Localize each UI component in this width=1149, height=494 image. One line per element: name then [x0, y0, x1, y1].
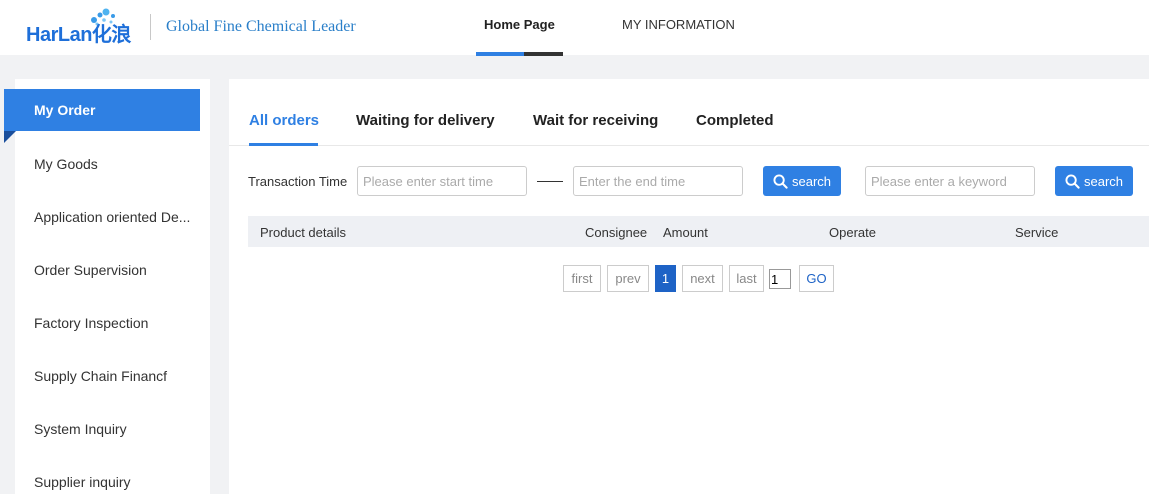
- column-consignee: Consignee: [585, 225, 648, 240]
- transaction-time-label: Transaction Time: [248, 174, 348, 189]
- search-icon: [1065, 173, 1080, 189]
- pager-last-button[interactable]: last: [729, 265, 764, 292]
- start-time-input[interactable]: [357, 166, 527, 196]
- main-panel: All orders Waiting for delivery Wait for…: [229, 79, 1149, 494]
- column-amount: Amount: [663, 225, 708, 240]
- orders-table-header: Product details Consignee Amount Operate…: [248, 216, 1149, 247]
- pager-page-input[interactable]: [769, 269, 791, 289]
- date-range-dash: [537, 181, 563, 182]
- slogan: Global Fine Chemical Leader: [166, 18, 356, 35]
- tab-wait-for-receiving[interactable]: Wait for receiving: [533, 112, 658, 129]
- end-time-input[interactable]: [573, 166, 743, 196]
- sidebar-item-application-oriented[interactable]: Application oriented De...: [15, 196, 210, 238]
- column-operate: Operate: [829, 225, 876, 240]
- pager-first-button[interactable]: first: [563, 265, 601, 292]
- tab-completed[interactable]: Completed: [696, 112, 774, 129]
- sidebar-item-order-supervision[interactable]: Order Supervision: [15, 249, 210, 291]
- sidebar-active-notch: [4, 131, 16, 143]
- pager-next-button[interactable]: next: [682, 265, 723, 292]
- sidebar-item-supplier-inquiry[interactable]: Supplier inquiry: [15, 461, 210, 494]
- sidebar-item-supply-chain[interactable]: Supply Chain Financf: [15, 355, 210, 397]
- pager-go-button[interactable]: GO: [799, 265, 834, 292]
- column-service: Service: [1015, 225, 1059, 240]
- sidebar: My Order My Goods Application oriented D…: [4, 79, 210, 494]
- nav-active-underline: [476, 52, 563, 56]
- tabs-divider: [229, 145, 1149, 146]
- harlan-logo[interactable]: HarLan化浪: [26, 8, 146, 46]
- pager-current-page[interactable]: 1: [655, 265, 676, 292]
- top-header: HarLan化浪 Global Fine Chemical Leader Hom…: [0, 0, 1149, 56]
- pager-prev-button[interactable]: prev: [607, 265, 649, 292]
- column-product-details: Product details: [260, 225, 346, 240]
- keyword-input[interactable]: [865, 166, 1035, 196]
- nav-my-information[interactable]: MY INFORMATION: [622, 17, 735, 32]
- time-search-button[interactable]: search: [763, 166, 841, 196]
- sidebar-item-system-inquiry[interactable]: System Inquiry: [15, 408, 210, 450]
- keyword-search-button[interactable]: search: [1055, 166, 1133, 196]
- search-icon: [773, 173, 788, 189]
- tab-waiting-for-delivery[interactable]: Waiting for delivery: [356, 112, 495, 129]
- tab-active-underline: [249, 143, 318, 146]
- search-button-label: search: [791, 173, 832, 189]
- nav-home-page[interactable]: Home Page: [484, 17, 555, 32]
- search-button-label: search: [1083, 173, 1124, 189]
- logo-text: HarLan化浪: [26, 24, 131, 46]
- tab-all-orders[interactable]: All orders: [249, 112, 319, 129]
- sidebar-item-factory-inspection[interactable]: Factory Inspection: [15, 302, 210, 344]
- sidebar-item-my-order[interactable]: My Order: [4, 89, 200, 131]
- logo-divider: [150, 14, 151, 40]
- sidebar-item-my-goods[interactable]: My Goods: [15, 143, 210, 185]
